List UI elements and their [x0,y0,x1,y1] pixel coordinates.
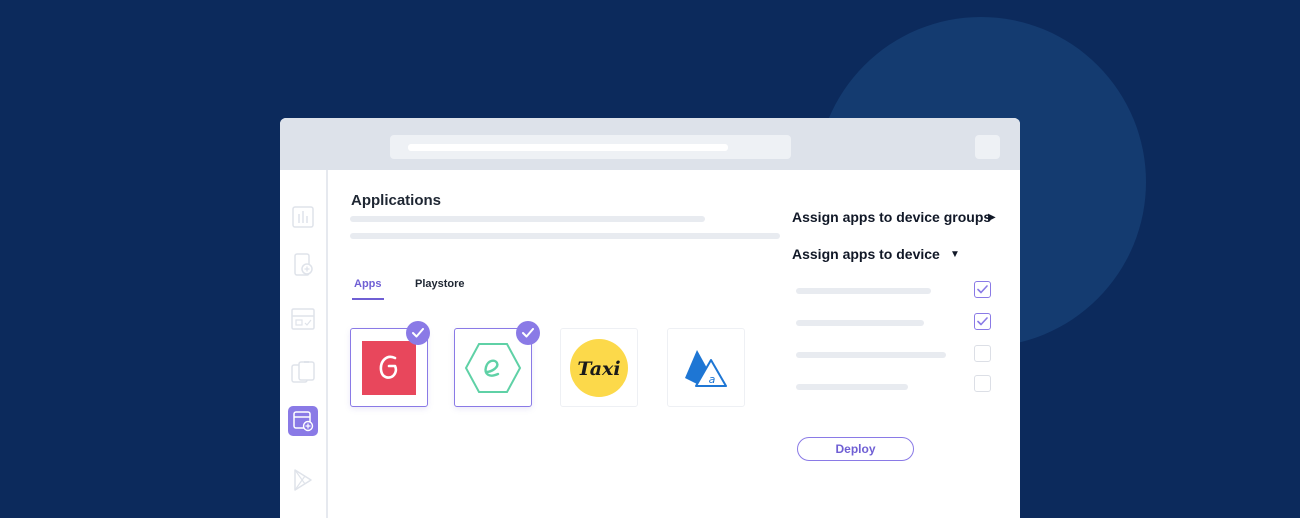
page-title: Applications [351,192,442,209]
device-checkbox[interactable] [974,313,991,330]
play-store-icon[interactable] [290,467,316,493]
bar-chart-icon[interactable] [290,204,316,230]
taxi-app-logo: Taxi [570,338,628,397]
app-card[interactable]: Taxi [560,328,638,407]
g-app-logo [362,340,416,395]
device-name-placeholder [796,352,946,358]
tab-playstore[interactable]: Playstore [415,278,465,290]
checkmark-icon [977,317,988,326]
device-checkbox[interactable] [974,375,991,392]
app-window: Applications Apps Playstore Taxi a Assig… [280,118,1020,518]
svg-text:Taxi: Taxi [577,358,620,380]
device-name-placeholder [796,384,908,390]
address-bar[interactable] [390,135,791,159]
caret-down-icon[interactable]: ▼ [950,249,960,260]
description-placeholder [350,233,780,239]
svg-text:a: a [709,373,716,386]
a-app-logo: a [685,349,727,387]
assign-device-heading[interactable]: Assign apps to device [792,246,940,262]
device-checkbox[interactable] [974,281,991,298]
checkmark-icon [977,285,988,294]
device-add-icon[interactable] [290,252,316,278]
devices-icon[interactable] [290,359,316,385]
tab-active-indicator [352,298,384,300]
selected-check-icon [516,321,540,345]
deploy-button[interactable]: Deploy [797,437,914,461]
device-name-placeholder [796,288,931,294]
app-card[interactable]: a [667,328,745,407]
window-titlebar [280,118,1020,170]
e-app-logo [464,342,522,393]
caret-right-icon[interactable]: ▶ [988,212,996,223]
window-menu-button[interactable] [975,135,1000,159]
assign-groups-heading[interactable]: Assign apps to device groups [792,209,991,225]
device-checkbox[interactable] [974,345,991,362]
description-placeholder [350,216,705,222]
device-name-placeholder [796,320,924,326]
address-placeholder [408,144,728,151]
layout-icon[interactable] [290,306,316,332]
app-add-icon[interactable] [288,406,318,436]
sidebar [280,170,328,518]
selected-check-icon [406,321,430,345]
tab-apps[interactable]: Apps [354,278,382,290]
